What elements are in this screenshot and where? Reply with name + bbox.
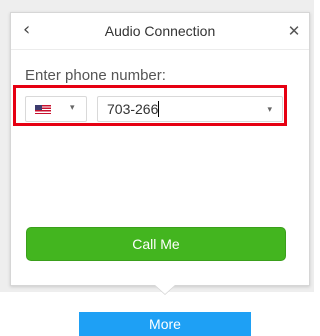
text-cursor xyxy=(158,101,160,117)
chevron-down-icon[interactable]: ▾ xyxy=(267,104,272,115)
us-flag-icon xyxy=(35,105,51,114)
phone-number-value: 703-266 xyxy=(107,101,160,117)
chevron-down-icon: ▾ xyxy=(70,102,75,112)
popup-pointer xyxy=(154,284,176,294)
phone-number-text: 703-266 xyxy=(107,101,159,117)
popup-title: Audio Connection xyxy=(104,23,216,39)
popup-header: ‹ Audio Connection ✕ xyxy=(11,13,309,50)
phone-prompt-label: Enter phone number: xyxy=(25,67,166,84)
close-icon[interactable]: ✕ xyxy=(285,22,303,40)
more-button[interactable]: More xyxy=(79,312,251,336)
country-code-select[interactable]: ▾ xyxy=(25,96,87,122)
phone-number-input[interactable]: 703-266 ▾ xyxy=(97,96,283,122)
call-me-button[interactable]: Call Me xyxy=(26,227,286,261)
flag-canton xyxy=(35,105,42,110)
